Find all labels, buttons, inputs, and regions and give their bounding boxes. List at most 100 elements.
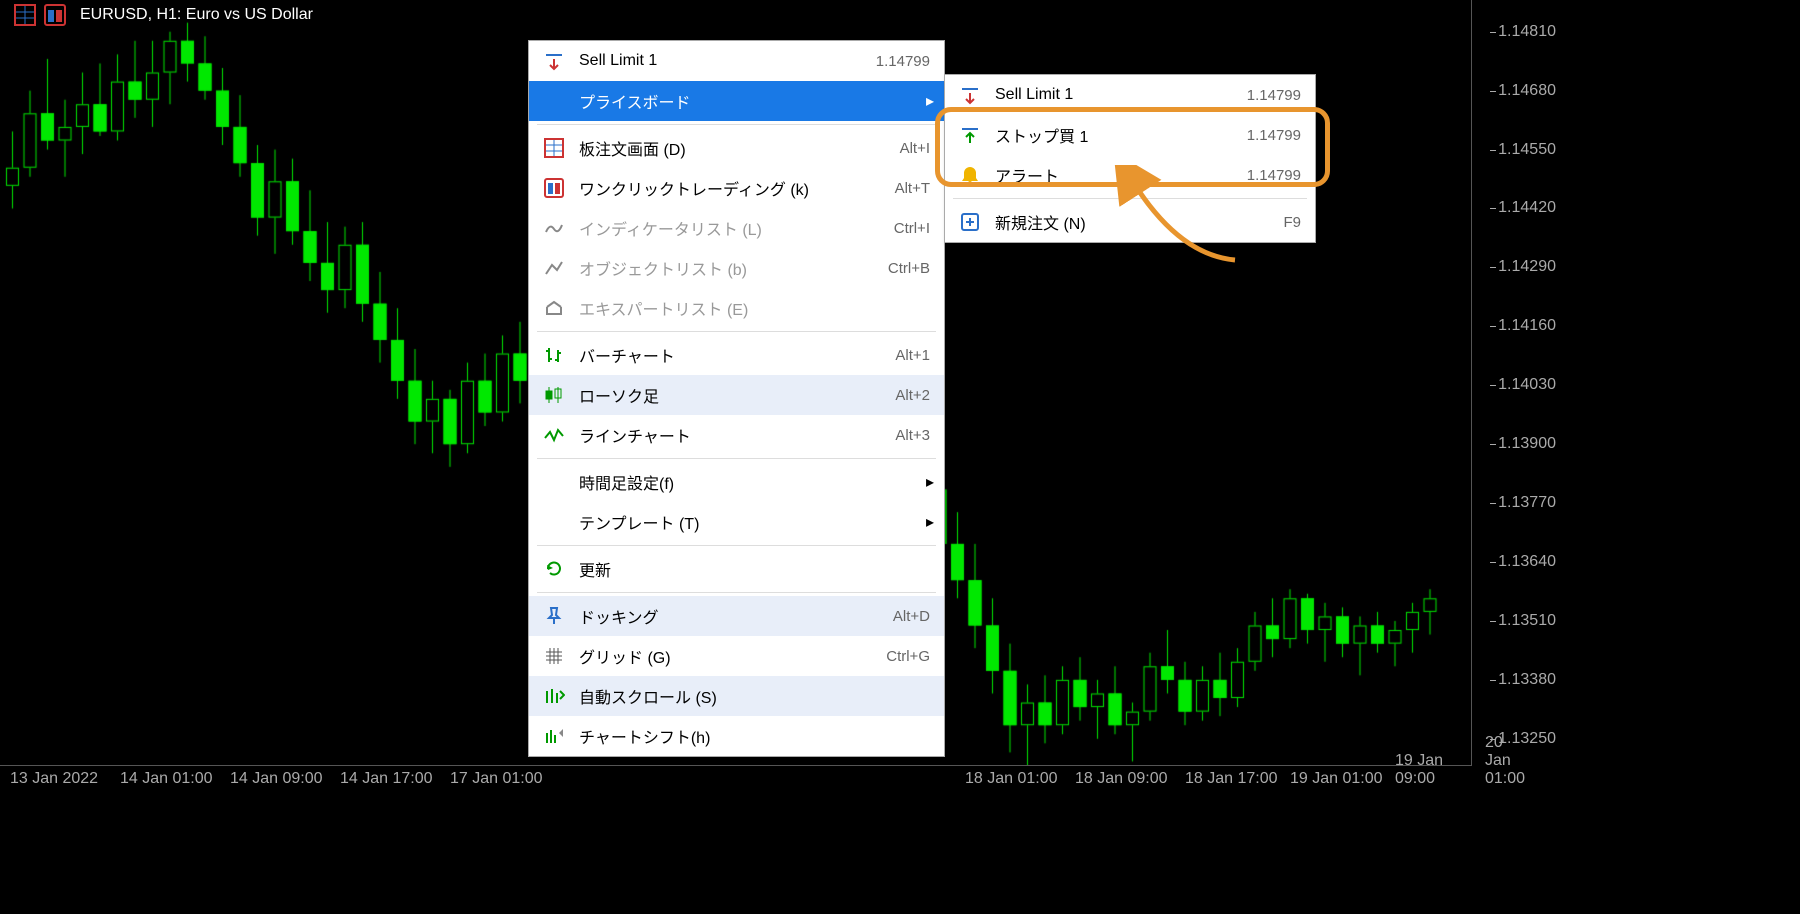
y-axis-tick: 1.13640 — [1498, 553, 1556, 571]
menu-separator — [537, 458, 936, 459]
menu-item-label: 時間足設定(f) — [579, 470, 930, 494]
menu-item-[interactable]: アラート1.14799 — [945, 155, 1315, 195]
expert-list-icon — [543, 297, 565, 319]
menu-item-label: ドッキング — [579, 604, 879, 628]
x-axis-tick: 14 Jan 17:00 — [340, 770, 433, 788]
x-axis-tick: 19 Jan 09:00 — [1395, 752, 1472, 788]
menu-item-shortcut: Alt+1 — [895, 347, 930, 364]
menu-item-[interactable]: ラインチャートAlt+3 — [529, 415, 944, 455]
x-axis-tick: 20 Jan 01:00 — [1485, 734, 1525, 788]
menu-item-label: ローソク足 — [579, 383, 881, 407]
menu-item-label: ワンクリックトレーディング (k) — [579, 176, 881, 200]
menu-item-label: バーチャート — [579, 343, 881, 367]
menu-item-selllimit1[interactable]: Sell Limit 1 1.14799 — [945, 75, 1315, 115]
x-axis-tick: 18 Jan 17:00 — [1185, 770, 1278, 788]
menu-item-label: グリッド (G) — [579, 644, 872, 668]
sell-limit-icon — [543, 50, 565, 72]
menu-item-shortcut: Ctrl+I — [894, 220, 930, 237]
menu-item-e: エキスパートリスト (E) — [529, 288, 944, 328]
menu-item-shortcut: Alt+2 — [895, 387, 930, 404]
y-axis: 1.148101.146801.145501.144201.142901.141… — [1471, 0, 1560, 766]
y-axis-tick: 1.13770 — [1498, 494, 1556, 512]
menu-item-[interactable]: バーチャート Alt+1 — [529, 335, 944, 375]
menu-item-[interactable]: プライスボード▸ — [529, 81, 944, 121]
submenu-arrow-icon: ▸ — [926, 472, 934, 492]
submenu-arrow-icon: ▸ — [926, 91, 934, 111]
menu-item-b: オブジェクトリスト (b) Ctrl+B — [529, 248, 944, 288]
menu-item-g[interactable]: グリッド (G) Ctrl+G — [529, 636, 944, 676]
alert-icon — [959, 164, 981, 186]
x-axis-tick: 14 Jan 09:00 — [230, 770, 323, 788]
x-axis-tick: 18 Jan 01:00 — [965, 770, 1058, 788]
menu-item-shortcut: 1.14799 — [1247, 87, 1301, 104]
menu-item-shortcut: 1.14799 — [876, 53, 930, 70]
menu-separator — [537, 592, 936, 593]
menu-item-label: 板注文画面 (D) — [579, 136, 886, 160]
menu-separator — [537, 545, 936, 546]
menu-item-shortcut: Ctrl+G — [886, 648, 930, 665]
menu-item-shortcut: 1.14799 — [1247, 167, 1301, 184]
menu-separator — [953, 198, 1307, 199]
blank-icon — [543, 471, 565, 493]
chart-shift-icon — [543, 725, 565, 747]
menu-item-shortcut: Alt+D — [893, 608, 930, 625]
menu-item-label: ストップ買 1 — [995, 123, 1233, 147]
menu-item-shortcut: Ctrl+B — [888, 260, 930, 277]
y-axis-tick: 1.14290 — [1498, 258, 1556, 276]
menu-separator — [537, 331, 936, 332]
menu-item-s[interactable]: 自動スクロール (S) — [529, 676, 944, 716]
blank-icon — [543, 90, 565, 112]
menu-item-[interactable]: 更新 — [529, 549, 944, 589]
menu-item-h[interactable]: チャートシフト(h) — [529, 716, 944, 756]
grid-icon — [543, 645, 565, 667]
menu-item-d[interactable]: 板注文画面 (D)Alt+I — [529, 128, 944, 168]
menu-item-label: Sell Limit 1 — [995, 86, 1233, 104]
menu-item-label: チャートシフト(h) — [579, 724, 930, 748]
menu-item-shortcut: Alt+3 — [895, 427, 930, 444]
menu-item-f[interactable]: 時間足設定(f)▸ — [529, 462, 944, 502]
object-list-icon — [543, 257, 565, 279]
menu-item-label: インディケータリスト (L) — [579, 216, 880, 240]
y-axis-tick: 1.14030 — [1498, 376, 1556, 394]
menu-item-t[interactable]: テンプレート (T)▸ — [529, 502, 944, 542]
menu-item-selllimit1[interactable]: Sell Limit 1 1.14799 — [529, 41, 944, 81]
submenu-arrow-icon: ▸ — [926, 512, 934, 532]
indicator-list-icon — [543, 217, 565, 239]
menu-item-shortcut: Alt+T — [895, 180, 930, 197]
sell-limit-icon — [959, 84, 981, 106]
menu-item-k[interactable]: ワンクリックトレーディング (k) Alt+T — [529, 168, 944, 208]
blank-icon — [543, 511, 565, 533]
y-axis-tick: 1.14550 — [1498, 141, 1556, 159]
menu-item-n[interactable]: 新規注文 (N) F9 — [945, 202, 1315, 242]
x-axis-tick: 13 Jan 2022 — [10, 770, 98, 788]
menu-item-label: 更新 — [579, 557, 930, 581]
menu-item-[interactable]: ドッキング Alt+D — [529, 596, 944, 636]
y-axis-tick: 1.14420 — [1498, 199, 1556, 217]
one-click-icon — [543, 177, 565, 199]
menu-item-l: インディケータリスト (L) Ctrl+I — [529, 208, 944, 248]
x-axis: 13 Jan 202214 Jan 01:0014 Jan 09:0014 Ja… — [0, 765, 1472, 790]
context-menu-priceboard: Sell Limit 11.14799ストップ買 11.14799アラート1.1… — [944, 74, 1316, 243]
refresh-icon — [543, 558, 565, 580]
menu-item-label: プライスボード — [579, 89, 930, 113]
autoscroll-icon — [543, 685, 565, 707]
menu-item-shortcut: 1.14799 — [1247, 127, 1301, 144]
menu-item-label: 新規注文 (N) — [995, 210, 1269, 234]
book-order-icon — [543, 137, 565, 159]
menu-item-1[interactable]: ストップ買 1 1.14799 — [945, 115, 1315, 155]
candle-chart-icon — [543, 384, 565, 406]
one-click-toolbar-icon — [44, 4, 66, 26]
menu-item-shortcut: F9 — [1283, 214, 1301, 231]
y-axis-tick: 1.13380 — [1498, 671, 1556, 689]
menu-item-label: テンプレート (T) — [579, 510, 930, 534]
menu-item-label: Sell Limit 1 — [579, 52, 862, 70]
x-axis-tick: 18 Jan 09:00 — [1075, 770, 1168, 788]
y-axis-tick: 1.14680 — [1498, 82, 1556, 100]
menu-item-label: 自動スクロール (S) — [579, 684, 930, 708]
menu-item-[interactable]: ローソク足 Alt+2 — [529, 375, 944, 415]
menu-item-label: オブジェクトリスト (b) — [579, 256, 874, 280]
y-axis-tick: 1.14810 — [1498, 23, 1556, 41]
menu-item-label: エキスパートリスト (E) — [579, 296, 930, 320]
bar-chart-icon — [543, 344, 565, 366]
y-axis-tick: 1.13900 — [1498, 435, 1556, 453]
